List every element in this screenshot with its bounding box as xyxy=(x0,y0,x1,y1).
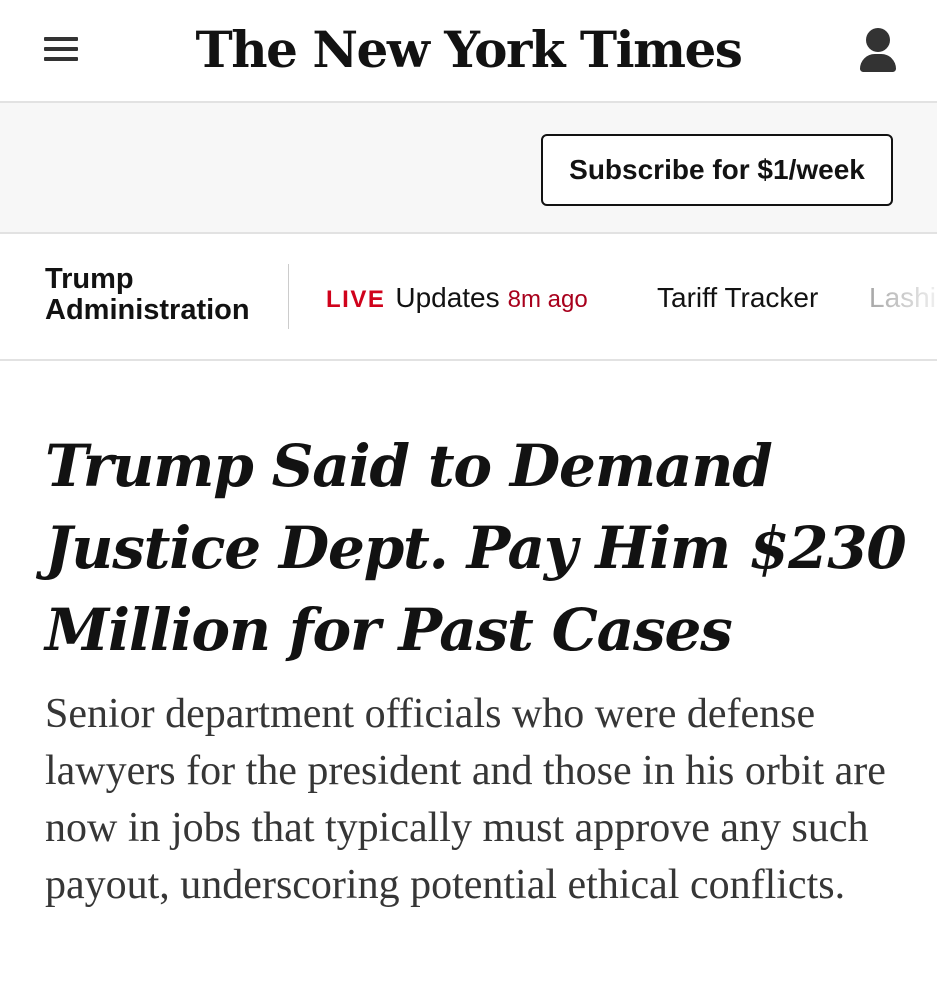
live-updates-label: Updates xyxy=(395,282,500,313)
article-summary: Senior department officials who were def… xyxy=(45,691,886,908)
account-icon-body xyxy=(860,54,896,72)
section-title-link[interactable]: Trump Administration xyxy=(45,264,275,326)
article-headline: Trump Said to Demand Justice Dept. Pay H… xyxy=(45,432,907,664)
nav-link-tariff-tracker[interactable]: Tariff Tracker xyxy=(657,281,818,315)
subscribe-button[interactable]: Subscribe for $1/week xyxy=(541,134,893,206)
nav-divider xyxy=(288,264,289,329)
account-icon-head xyxy=(866,28,890,52)
live-updates-link[interactable]: LIVE Updates 8m ago xyxy=(326,281,588,320)
subscribe-bar: Subscribe for $1/week xyxy=(0,103,937,234)
live-updates-time: 8m ago xyxy=(507,286,588,313)
section-nav: Trump Administration LIVE Updates 8m ago T… xyxy=(0,234,937,361)
masthead: The New York Times xyxy=(0,0,937,103)
live-tag: LIVE xyxy=(326,286,386,313)
nav-link-truncated[interactable]: Lashi xyxy=(869,281,936,315)
nyt-logo[interactable]: The New York Times xyxy=(0,18,937,82)
user-account-icon[interactable] xyxy=(858,28,898,74)
